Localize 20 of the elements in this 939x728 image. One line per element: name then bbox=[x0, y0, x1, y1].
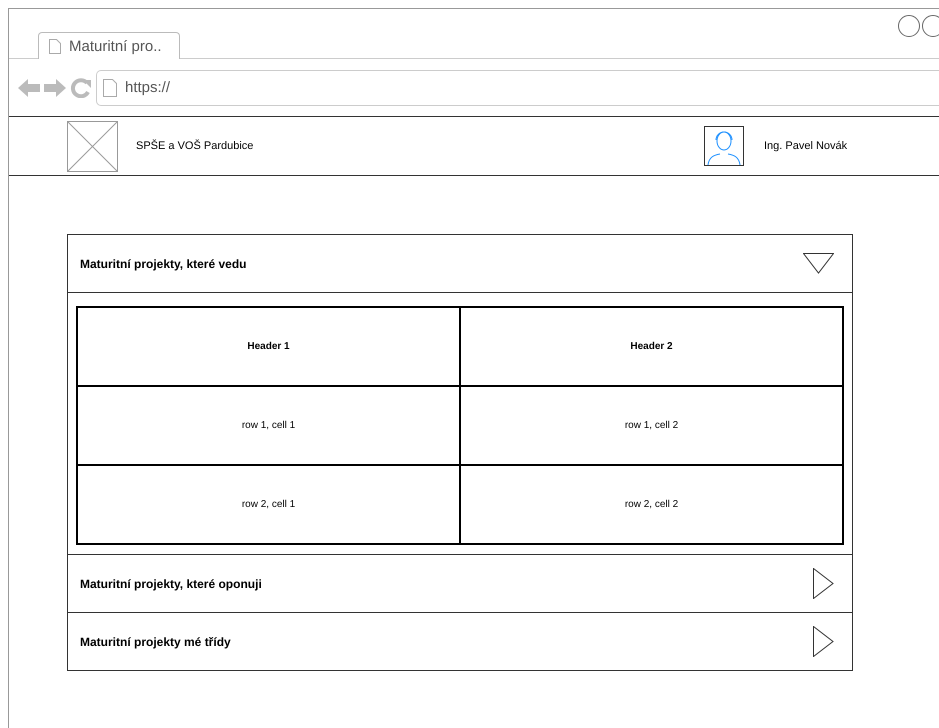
table-cell: row 1, cell 2 bbox=[460, 386, 843, 465]
table-cell: row 1, cell 1 bbox=[77, 386, 460, 465]
page-icon bbox=[49, 38, 61, 54]
address-field[interactable]: https:// bbox=[96, 70, 939, 106]
accordion-header[interactable]: Maturitní projekty mé třídy bbox=[68, 612, 852, 670]
page-icon bbox=[103, 78, 117, 96]
column-header: Header 2 bbox=[460, 307, 843, 386]
browser-tab[interactable]: Maturitní pro.. bbox=[38, 32, 180, 59]
avatar-icon bbox=[704, 126, 744, 166]
accordion-header[interactable]: Maturitní projekty, které vedu bbox=[68, 235, 852, 292]
table-cell: row 2, cell 1 bbox=[77, 465, 460, 544]
accordion-header[interactable]: Maturitní projekty, které oponuji bbox=[68, 554, 852, 612]
column-header: Header 1 bbox=[77, 307, 460, 386]
triangle-down-icon[interactable] bbox=[803, 253, 834, 274]
table-cell: row 2, cell 2 bbox=[460, 465, 843, 544]
image-placeholder bbox=[67, 120, 118, 172]
triangle-right-icon[interactable] bbox=[813, 568, 834, 599]
user-name: Ing. Pavel Novák bbox=[764, 140, 848, 152]
school-name: SPŠE a VOŠ Pardubice bbox=[136, 140, 254, 152]
triangle-right-icon[interactable] bbox=[813, 626, 834, 657]
